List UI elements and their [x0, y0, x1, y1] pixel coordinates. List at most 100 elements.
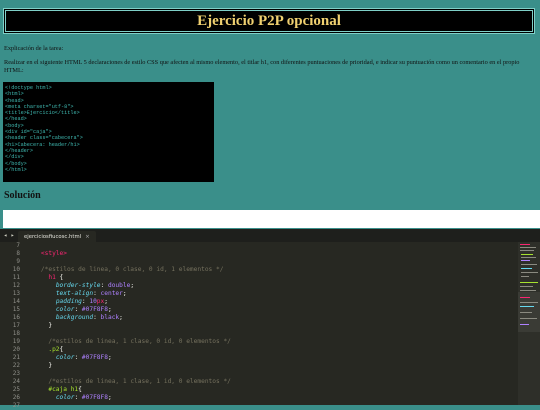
css-value: #07F8F8: [81, 306, 108, 313]
code-line-16: background: black;: [55, 314, 123, 321]
brace: {: [55, 274, 64, 281]
minimap-line: [521, 257, 536, 258]
minimap-line: [520, 247, 536, 248]
solution-heading: Solución: [4, 190, 41, 201]
css-property: color: [55, 306, 75, 313]
code-line-13: text-align: center;: [55, 290, 127, 297]
css-value: center: [100, 290, 123, 297]
line-number: 22: [12, 362, 20, 369]
brace: }: [48, 362, 53, 369]
line-number: 16: [12, 314, 20, 321]
line-number: 24: [12, 378, 20, 385]
code-line-15: color: #07F8F8;: [55, 306, 112, 313]
code-line-25: #caja h1{: [26, 386, 506, 394]
code-line-19: /*estilos de linea, 1 clase, 0 id, 0 ele…: [26, 338, 506, 346]
code-line-20: .p2{: [26, 346, 506, 354]
css-value: #07F8F8: [81, 394, 108, 401]
minimap-line: [521, 264, 537, 265]
line-number: 19: [12, 338, 20, 345]
editor-tab-bar: ◂ ▸ ejerciciosfiucosc.html ×: [0, 229, 540, 242]
editor-tab[interactable]: ejerciciosfiucosc.html ×: [18, 231, 96, 242]
code-line-10: /*estilos de linea, 0 clase, 0 id, 1 ele…: [26, 266, 506, 274]
minimap-line: [520, 312, 532, 313]
css-value: black: [100, 314, 120, 321]
line-number: 13: [12, 290, 20, 297]
code-comment: /*estilos de linea, 0 clase, 0 id, 1 ele…: [40, 266, 224, 273]
minimap-line: [521, 272, 538, 273]
css-value: #07F8F8: [81, 354, 108, 361]
css-property: color: [55, 394, 75, 401]
code-comment: /*estilos de linea, 1 clase, 1 id, 0 ele…: [48, 378, 231, 385]
minimap-line: [521, 260, 530, 261]
page-title-banner: Ejercicio P2P opcional: [3, 8, 535, 34]
code-line-12: border-style: double;: [55, 282, 135, 289]
minimap-line: [521, 276, 529, 277]
line-number: 8: [16, 250, 20, 257]
line-number: 25: [12, 386, 20, 393]
code-line: </html>: [5, 166, 27, 173]
css-property: padding: [55, 298, 82, 305]
code-line-26: color: #07F8F8;: [55, 394, 112, 401]
line-number: 7: [16, 242, 20, 249]
solution-bar: [3, 210, 540, 228]
task-description: Realizar en el siguiente HTML 5 declarac…: [4, 59, 520, 74]
html-code-block: <!doctype html> <html> <head> <meta char…: [3, 82, 214, 182]
minimap-line: [521, 268, 532, 269]
minimap-line: [520, 250, 534, 251]
line-number: 27: [12, 402, 20, 409]
line-number: 23: [12, 370, 20, 377]
minimap-line: [520, 286, 533, 287]
line-number: 10: [12, 266, 20, 273]
minimap-line: [520, 244, 530, 245]
explain-label: Explicación de la tarea:: [4, 45, 64, 52]
code-line-11: h1 {: [26, 274, 506, 282]
editor-minimap[interactable]: [518, 242, 540, 405]
css-property: text-align: [55, 290, 94, 297]
line-number: 15: [12, 306, 20, 313]
line-number: 26: [12, 394, 20, 401]
line-number: 12: [12, 282, 20, 289]
minimap-line: [521, 254, 533, 255]
code-line-21: color: #07F8F8;: [55, 354, 112, 361]
css-selector: #caja h1: [48, 386, 79, 393]
brace: {: [78, 386, 82, 393]
code-line-8: <style>: [26, 250, 506, 258]
tab-nav-arrows-icon[interactable]: ◂ ▸: [0, 229, 18, 242]
brace: }: [48, 322, 53, 329]
css-value: double: [107, 282, 131, 289]
minimap-line: [520, 324, 529, 325]
code-area[interactable]: <style> /*estilos de linea, 0 clase, 0 i…: [26, 242, 506, 405]
line-number: 11: [12, 274, 20, 281]
code-editor-screenshot: ◂ ▸ ejerciciosfiucosc.html × 7 8 9 10 11…: [0, 229, 540, 409]
code-line-22: }: [26, 362, 506, 370]
line-number-gutter: 7 8 9 10 11 12 13 14 15 16 17 18 19 20 2…: [0, 242, 20, 409]
page-title: Ejercicio P2P opcional: [197, 12, 341, 29]
code-line-24: /*estilos de linea, 1 clase, 1 id, 0 ele…: [26, 378, 506, 386]
line-number: 14: [12, 298, 20, 305]
css-property: color: [55, 354, 75, 361]
minimap-line: [520, 282, 538, 283]
css-value: 10: [89, 298, 97, 305]
css-selector: h1: [48, 274, 56, 281]
code-comment: /*estilos de linea, 1 clase, 0 id, 0 ele…: [48, 338, 231, 345]
minimap-line: [520, 302, 538, 303]
minimap-line: [520, 290, 536, 291]
minimap-line: [520, 318, 537, 319]
line-number: 18: [12, 330, 20, 337]
code-line-14: padding: 10px;: [55, 298, 108, 305]
close-icon[interactable]: ×: [85, 234, 90, 240]
brace: {: [59, 346, 64, 353]
editor-tab-label: ejerciciosfiucosc.html: [24, 233, 82, 240]
code-line-17: }: [26, 322, 506, 330]
line-number: 9: [16, 258, 20, 265]
style-tag: <style>: [40, 250, 67, 257]
css-selector: .p2: [48, 346, 60, 353]
minimap-line: [520, 297, 530, 298]
css-property: background: [55, 314, 94, 321]
css-property: border-style: [55, 282, 101, 289]
